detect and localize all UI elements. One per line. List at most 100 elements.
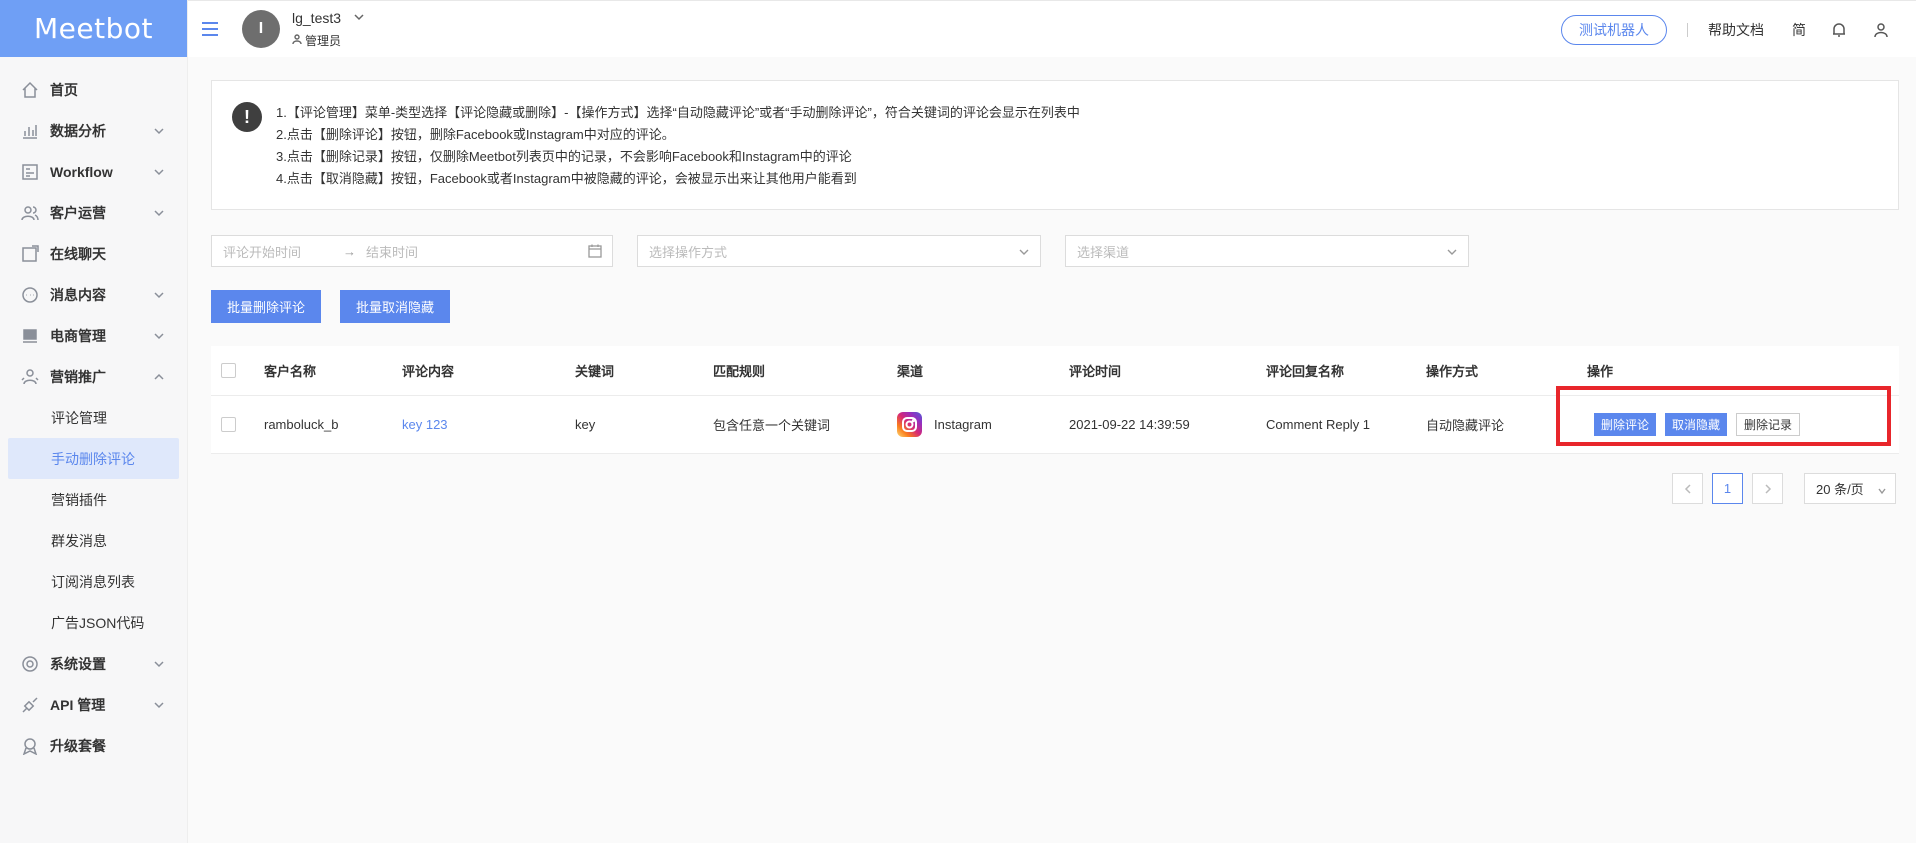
customer-name: ramboluck_b <box>264 417 339 432</box>
user-role: 管理员 <box>305 33 342 48</box>
chat-icon <box>20 244 40 264</box>
operation-select-placeholder: 选择操作方式 <box>649 244 728 260</box>
header-divider <box>1687 22 1688 37</box>
batch-unhide-button[interactable]: 批量取消隐藏 <box>340 290 451 323</box>
sidebar-item-marketing[interactable]: 营销推广 <box>0 356 187 397</box>
message-icon <box>20 285 40 305</box>
chevron-down-icon <box>153 124 165 136</box>
comment-content-link[interactable]: key 123 <box>402 417 575 432</box>
main-content: ! 1.【评论管理】菜单-类型选择【评论隐藏或删除】-【操作方式】选择“自动隐藏… <box>188 57 1916 843</box>
calendar-icon <box>588 244 602 258</box>
chevron-down-icon <box>153 206 165 218</box>
page-size-value: 20 条/页 <box>1816 482 1864 497</box>
user-icon[interactable] <box>1872 21 1890 39</box>
page-size-select[interactable]: 20 条/页 <box>1804 473 1896 504</box>
column-header: 操作方式 <box>1426 364 1479 379</box>
sidebar-item-ecommerce[interactable]: 电商管理 <box>0 315 187 356</box>
comments-table: 客户名称 评论内容 关键词 匹配规则 渠道 评论时间 评论回复名称 操作方式 操… <box>211 346 1899 454</box>
sidebar-item-analytics[interactable]: 数据分析 <box>0 110 187 151</box>
column-header: 关键词 <box>575 364 615 379</box>
date-range-picker[interactable]: 评论开始时间 → 结束时间 <box>211 235 613 267</box>
header-actions: 测试机器人 帮助文档 简 <box>1561 1 1916 58</box>
chevron-down-icon <box>153 329 165 341</box>
select-all-checkbox[interactable] <box>221 363 236 378</box>
chevron-down-icon <box>1018 246 1030 258</box>
sidebar-item-label: 营销推广 <box>50 368 106 385</box>
app-logo[interactable]: Meetbot <box>0 0 187 57</box>
sidebar-subitem-ad-json[interactable]: 广告JSON代码 <box>0 602 187 643</box>
match-rule: 包含任意一个关键词 <box>713 418 831 433</box>
shop-icon <box>20 326 40 346</box>
channel-name: Instagram <box>934 417 992 432</box>
batch-delete-button[interactable]: 批量删除评论 <box>211 290 322 323</box>
row-checkbox[interactable] <box>221 417 236 432</box>
sidebar-item-home[interactable]: 首页 <box>0 69 187 110</box>
sidebar-subitem-marketing-plugins[interactable]: 营销插件 <box>0 479 187 520</box>
notice-line: 1.【评论管理】菜单-类型选择【评论隐藏或删除】-【操作方式】选择“自动隐藏评论… <box>276 105 1080 120</box>
notice-box: ! 1.【评论管理】菜单-类型选择【评论隐藏或删除】-【操作方式】选择“自动隐藏… <box>211 80 1899 210</box>
sidebar-subitem-subscription-list[interactable]: 订阅消息列表 <box>0 561 187 602</box>
chart-icon <box>20 121 40 141</box>
sidebar-item-upgrade[interactable]: 升级套餐 <box>0 725 187 766</box>
operation-select[interactable]: 选择操作方式 <box>637 235 1041 267</box>
chevron-down-icon <box>153 657 165 669</box>
channel: Instagram <box>897 412 1069 437</box>
api-icon <box>20 695 40 715</box>
sidebar-item-label: API 管理 <box>50 696 106 713</box>
sidebar-item-messages[interactable]: 消息内容 <box>0 274 187 315</box>
sidebar-item-label: 客户运营 <box>50 204 106 221</box>
user-info[interactable]: lg_test3 管理员 <box>292 10 365 49</box>
page-number[interactable]: 1 <box>1712 473 1743 504</box>
chevron-down-icon <box>153 288 165 300</box>
column-header: 客户名称 <box>264 364 317 379</box>
column-header: 评论回复名称 <box>1266 364 1345 379</box>
prev-page-button[interactable] <box>1672 473 1703 504</box>
filter-bar: 评论开始时间 → 结束时间 选择操作方式 选择渠道 <box>211 235 1469 267</box>
sidebar-item-label: 系统设置 <box>50 655 106 672</box>
sidebar-item-label: 消息内容 <box>50 286 106 303</box>
start-date-input[interactable]: 评论开始时间 <box>223 242 301 261</box>
settings-icon <box>20 654 40 674</box>
user-name: lg_test3 <box>292 9 342 26</box>
sidebar-item-api[interactable]: API 管理 <box>0 684 187 725</box>
channel-select[interactable]: 选择渠道 <box>1065 235 1469 267</box>
row-operations: 删除评论 取消隐藏 删除记录 <box>1556 386 1891 446</box>
menu-toggle-icon[interactable] <box>200 19 220 39</box>
end-date-input[interactable]: 结束时间 <box>366 242 418 261</box>
chevron-down-icon[interactable] <box>341 10 365 26</box>
sidebar-item-live-chat[interactable]: 在线聊天 <box>0 233 187 274</box>
workflow-icon <box>20 162 40 182</box>
sidebar-item-customers[interactable]: 客户运营 <box>0 192 187 233</box>
upgrade-icon <box>20 736 40 756</box>
notice-line: 3.点击【删除记录】按钮，仅删除Meetbot列表页中的记录，不会影响Faceb… <box>276 149 852 164</box>
chevron-down-icon <box>153 698 165 710</box>
notice-line: 2.点击【删除评论】按钮，删除Facebook或Instagram中对应的评论。 <box>276 127 675 142</box>
column-header: 评论内容 <box>402 364 455 379</box>
help-docs-link[interactable]: 帮助文档 <box>1708 20 1764 40</box>
chevron-right-icon <box>1764 483 1771 494</box>
pagination: 1 20 条/页 <box>1672 473 1896 504</box>
avatar[interactable]: I <box>242 10 280 48</box>
top-header: I lg_test3 管理员 测试机器人 帮助文档 简 <box>188 0 1916 57</box>
sidebar: Meetbot 首页 数据分析 Workflow 客户运营 在线聊天 消息内容 <box>0 0 188 843</box>
column-header: 操作 <box>1587 364 1614 379</box>
column-header: 评论时间 <box>1069 364 1122 379</box>
sidebar-subitem-broadcast[interactable]: 群发消息 <box>0 520 187 561</box>
sidebar-item-settings[interactable]: 系统设置 <box>0 643 187 684</box>
test-bot-button[interactable]: 测试机器人 <box>1561 14 1667 45</box>
highlight-box <box>1556 386 1891 446</box>
user-icon <box>292 33 305 47</box>
marketing-icon <box>20 367 40 387</box>
next-page-button[interactable] <box>1752 473 1783 504</box>
sidebar-item-label: 数据分析 <box>50 122 106 139</box>
sidebar-subitem-comment-management[interactable]: 评论管理 <box>0 397 187 438</box>
sidebar-item-workflow[interactable]: Workflow <box>0 151 187 192</box>
sidebar-item-label: 首页 <box>50 81 78 98</box>
language-switch[interactable]: 简 <box>1792 20 1806 40</box>
sidebar-item-label: 升级套餐 <box>50 737 106 754</box>
bell-icon[interactable] <box>1830 21 1848 39</box>
channel-select-placeholder: 选择渠道 <box>1077 244 1130 260</box>
exclamation-icon: ! <box>232 102 262 132</box>
keyword: key <box>575 417 596 432</box>
sidebar-subitem-manual-delete-comments[interactable]: 手动删除评论 <box>8 438 179 479</box>
